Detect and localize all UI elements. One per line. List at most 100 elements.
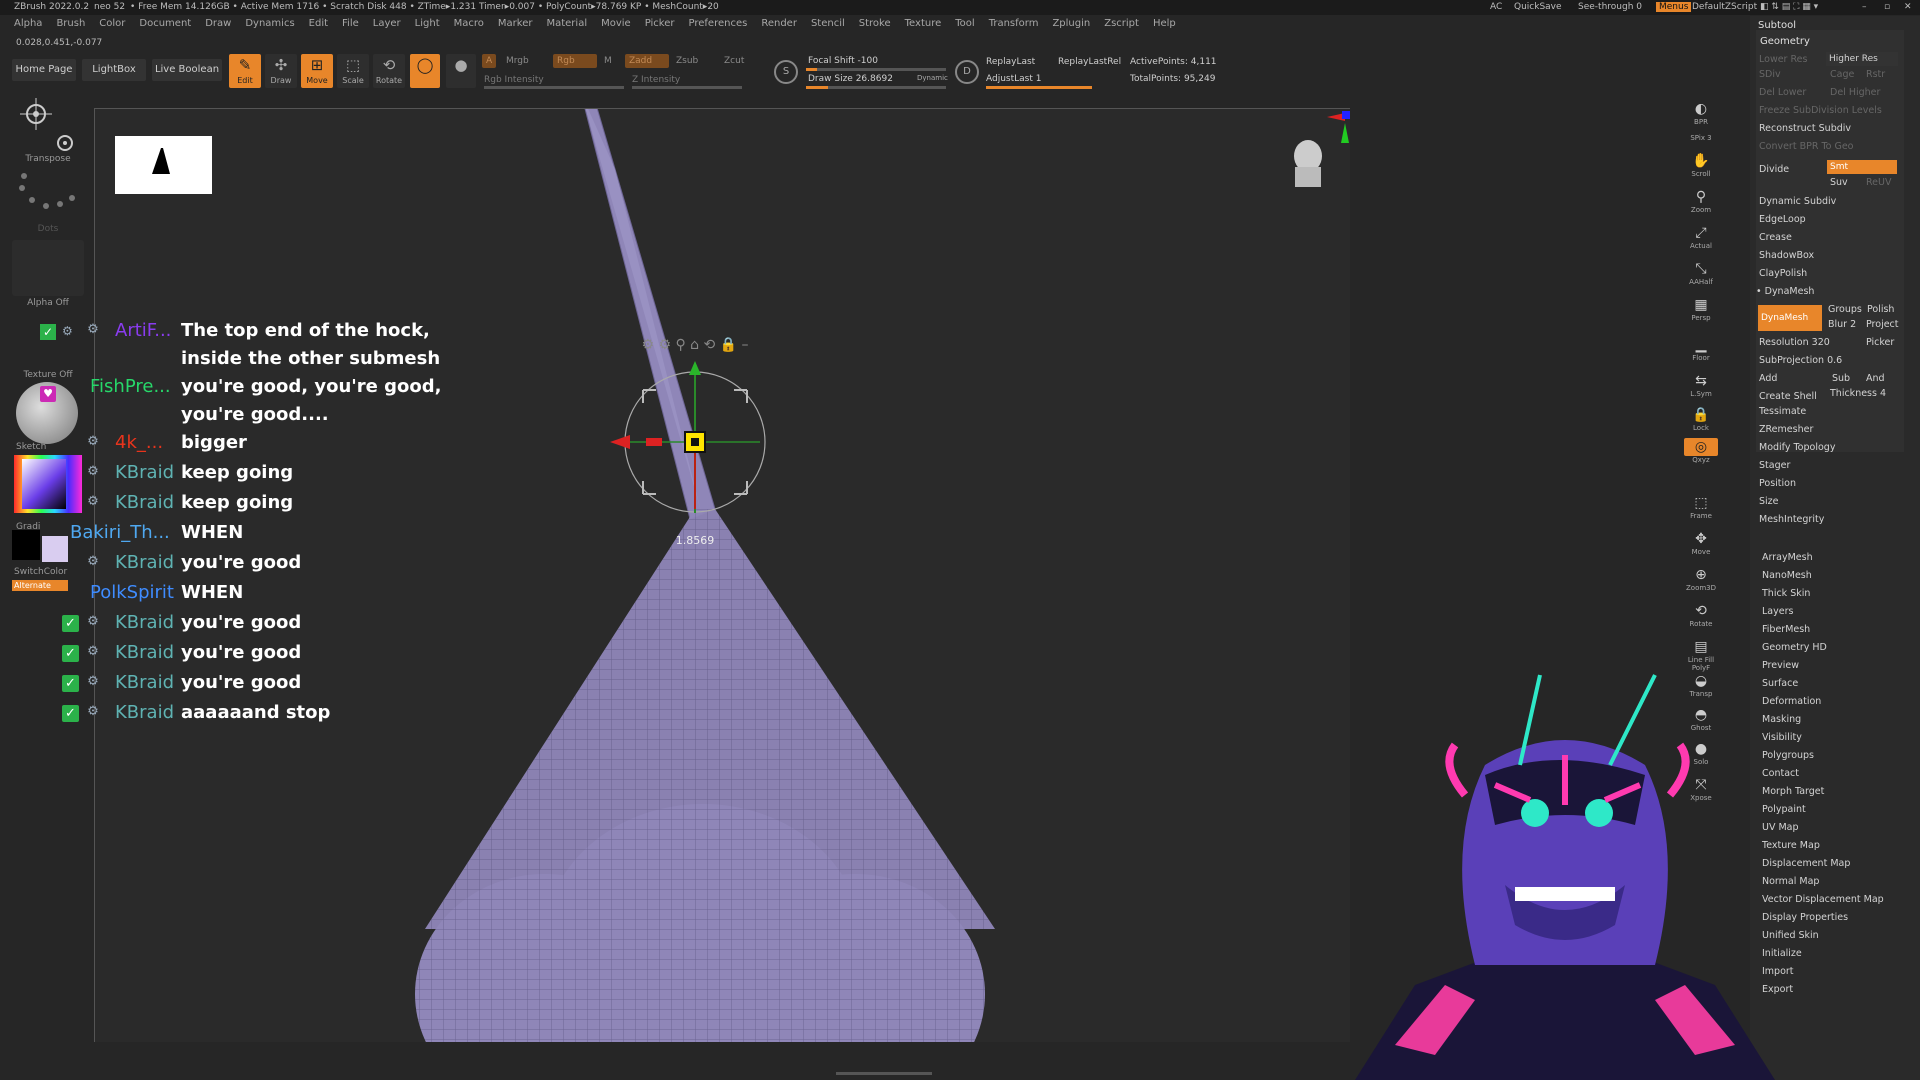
- shelf-floor-button[interactable]: ▁ Floor: [1684, 336, 1718, 366]
- subprojection-slider[interactable]: SubProjection 0.6: [1759, 355, 1842, 366]
- subpalette-geometry-hd[interactable]: Geometry HD: [1762, 642, 1827, 653]
- del-higher-button[interactable]: Del Higher: [1830, 87, 1880, 98]
- picker-button[interactable]: Picker: [1866, 337, 1894, 348]
- menu-document[interactable]: Document: [139, 18, 191, 34]
- shelf-persp-button[interactable]: ▦ Persp: [1684, 296, 1718, 326]
- zsub-button[interactable]: Zsub: [672, 54, 702, 68]
- switch-color-button[interactable]: SwitchColor: [14, 567, 86, 577]
- shelf-aahalf-button[interactable]: ⤡ AAHalf: [1684, 260, 1718, 290]
- menu-help[interactable]: Help: [1153, 18, 1176, 34]
- subpalette-vector-displacement-map[interactable]: Vector Displacement Map: [1762, 894, 1884, 905]
- menu-stencil[interactable]: Stencil: [811, 18, 845, 34]
- viewport-canvas[interactable]: 1.8569 ⚙ ⚙ ⚲ ⌂ ⟲ 🔒 –: [94, 108, 1350, 1042]
- dynamic-subdiv-button[interactable]: Dynamic Subdiv: [1759, 196, 1836, 207]
- subpalette-layers[interactable]: Layers: [1762, 606, 1793, 617]
- bottom-tray-handle[interactable]: [836, 1072, 932, 1075]
- thickness-slider[interactable]: Thickness 4: [1830, 388, 1886, 399]
- alternate-button[interactable]: Alternate: [12, 580, 68, 591]
- subpalette-displacement-map[interactable]: Displacement Map: [1762, 858, 1850, 869]
- suv-toggle[interactable]: Suv: [1830, 177, 1848, 188]
- mesh-viewport[interactable]: 1.8569 ⚙ ⚙ ⚲ ⌂ ⟲ 🔒 –: [95, 109, 1350, 1042]
- dynamic-toggle[interactable]: Dynamic: [917, 74, 948, 82]
- menu-movie[interactable]: Movie: [601, 18, 631, 34]
- convert-bpr-button[interactable]: Convert BPR To Geo: [1759, 141, 1854, 152]
- alpha-slot[interactable]: [12, 240, 84, 296]
- close-icon[interactable]: ✕: [1904, 2, 1912, 12]
- menu-marker[interactable]: Marker: [498, 18, 533, 34]
- window-icons[interactable]: ◧ ⇅ ▤ ⛶ ▦ ▾: [1760, 2, 1818, 12]
- claypolish-button[interactable]: ClayPolish: [1759, 268, 1807, 279]
- menu-stroke[interactable]: Stroke: [859, 18, 891, 34]
- reuv-button[interactable]: ReUV: [1866, 177, 1891, 188]
- geometry-meshintegrity-button[interactable]: MeshIntegrity: [1759, 514, 1824, 525]
- color-square[interactable]: [22, 459, 66, 509]
- d-toggle[interactable]: D: [955, 60, 979, 84]
- focal-shift-slider[interactable]: [806, 68, 946, 71]
- shelf-bpr-button[interactable]: ◐ BPR: [1684, 100, 1718, 130]
- quicksave-button[interactable]: QuickSave: [1514, 2, 1562, 12]
- edgeloop-button[interactable]: EdgeLoop: [1759, 214, 1806, 225]
- and-button[interactable]: And: [1866, 373, 1885, 384]
- m-button[interactable]: M: [600, 54, 616, 68]
- cage-button[interactable]: Cage: [1830, 69, 1854, 80]
- texture-slot[interactable]: ✓ ⚙: [12, 312, 84, 368]
- brush-ring-button[interactable]: ◯: [410, 54, 440, 88]
- menu-zplugin[interactable]: Zplugin: [1052, 18, 1090, 34]
- geometry-size-button[interactable]: Size: [1759, 496, 1779, 507]
- rotate-button[interactable]: ⟲ Rotate: [373, 54, 405, 88]
- crease-button[interactable]: Crease: [1759, 232, 1792, 243]
- move-button[interactable]: ⊞ Move: [301, 54, 333, 88]
- menu-material[interactable]: Material: [546, 18, 587, 34]
- rstr-button[interactable]: Rstr: [1866, 69, 1885, 80]
- scale-button[interactable]: ⬚ Scale: [337, 54, 369, 88]
- live-boolean-button[interactable]: Live Boolean: [152, 59, 222, 81]
- dynamesh-button[interactable]: DynaMesh: [1758, 305, 1822, 331]
- reconstruct-subdiv-button[interactable]: Reconstruct Subdiv: [1759, 123, 1851, 134]
- subpalette-arraymesh[interactable]: ArrayMesh: [1762, 552, 1813, 563]
- subpalette-nanomesh[interactable]: NanoMesh: [1762, 570, 1812, 581]
- menu-texture[interactable]: Texture: [905, 18, 942, 34]
- sdiv-slider[interactable]: SDiv: [1759, 69, 1781, 80]
- gizmo-tool-icons[interactable]: ⚙ ⚙ ⚲ ⌂ ⟲ 🔒 –: [641, 337, 748, 353]
- shelf-l-sym-button[interactable]: ⇆ L.Sym: [1684, 372, 1718, 402]
- rgb-intensity-slider[interactable]: [484, 86, 624, 89]
- sub-button[interactable]: Sub: [1832, 373, 1850, 384]
- default-script-button[interactable]: DefaultZScript: [1692, 2, 1757, 12]
- menu-draw[interactable]: Draw: [205, 18, 231, 34]
- draw-size-slider[interactable]: [806, 86, 946, 89]
- menu-tool[interactable]: Tool: [955, 18, 974, 34]
- project-toggle[interactable]: Project: [1866, 319, 1899, 330]
- menu-edit[interactable]: Edit: [309, 18, 328, 34]
- geometry-tessimate-button[interactable]: Tessimate: [1759, 406, 1806, 417]
- dynamesh-header[interactable]: • DynaMesh: [1756, 286, 1814, 297]
- shelf-zoom-button[interactable]: ⚲ Zoom: [1684, 188, 1718, 218]
- subpalette-thick-skin[interactable]: Thick Skin: [1762, 588, 1810, 599]
- lower-res-button[interactable]: Lower Res: [1759, 54, 1807, 65]
- menu-render[interactable]: Render: [761, 18, 797, 34]
- s-toggle[interactable]: S: [774, 60, 798, 84]
- geometry-position-button[interactable]: Position: [1759, 478, 1796, 489]
- polish-toggle[interactable]: Polish: [1867, 304, 1894, 315]
- replay-last-rel-button[interactable]: ReplayLastRel: [1058, 57, 1121, 67]
- shelf-move-button[interactable]: ✥ Move: [1684, 530, 1718, 560]
- geometry-stager-button[interactable]: Stager: [1759, 460, 1790, 471]
- z-intensity-slider[interactable]: [632, 86, 742, 89]
- shelf-frame-button[interactable]: ⬚ Frame: [1684, 494, 1718, 524]
- zadd-button[interactable]: Zadd: [625, 54, 669, 68]
- divide-button[interactable]: Divide: [1759, 164, 1789, 175]
- groups-toggle[interactable]: Groups: [1828, 304, 1862, 315]
- shelf-zoom3d-button[interactable]: ⊕ Zoom3D: [1684, 566, 1718, 596]
- orientation-head-icon[interactable]: [1294, 111, 1350, 187]
- shelf-rotate-button[interactable]: ⟲ Rotate: [1684, 602, 1718, 632]
- replay-last-button[interactable]: ReplayLast: [986, 57, 1035, 67]
- menus-button[interactable]: Menus: [1656, 2, 1692, 12]
- shelf-qxyz-button[interactable]: ◎ Qxyz: [1684, 438, 1718, 468]
- shadowbox-button[interactable]: ShadowBox: [1759, 250, 1814, 261]
- stroke-dots-button[interactable]: [12, 168, 84, 226]
- menu-dynamics[interactable]: Dynamics: [245, 18, 294, 34]
- menu-transform[interactable]: Transform: [989, 18, 1039, 34]
- menu-zscript[interactable]: Zscript: [1104, 18, 1139, 34]
- a-button[interactable]: A: [482, 54, 497, 68]
- menu-color[interactable]: Color: [99, 18, 125, 34]
- main-color-swatch[interactable]: [12, 530, 40, 560]
